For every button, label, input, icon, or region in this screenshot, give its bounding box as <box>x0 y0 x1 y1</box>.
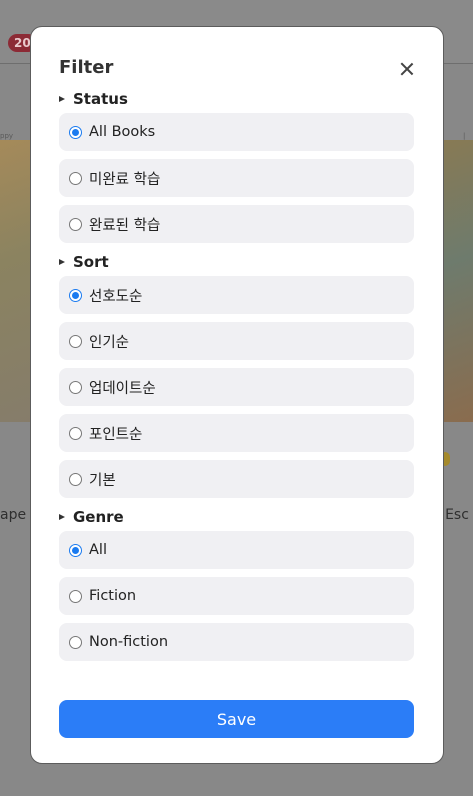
section-label-status: Status <box>73 90 128 108</box>
option-genre-non-fiction[interactable]: Non-fiction <box>59 623 414 661</box>
option-genre-all[interactable]: All <box>59 531 414 569</box>
option-label: All <box>89 542 107 558</box>
radio-selected-icon[interactable] <box>69 288 82 302</box>
option-sort-popular[interactable]: 인기순 <box>59 322 414 360</box>
radio-icon[interactable] <box>69 472 82 486</box>
radio-icon[interactable] <box>69 380 82 394</box>
option-sort-points[interactable]: 포인트순 <box>59 414 414 452</box>
background-tag-right: | <box>463 132 466 140</box>
option-label: Fiction <box>89 588 137 604</box>
radio-icon[interactable] <box>69 334 82 348</box>
radio-selected-icon[interactable] <box>69 543 82 557</box>
option-sort-updated[interactable]: 업데이트순 <box>59 368 414 406</box>
section-label-sort: Sort <box>73 253 109 271</box>
background-tag-left: ppy <box>0 132 14 140</box>
radio-icon[interactable] <box>69 217 82 231</box>
option-label: All Books <box>89 124 156 140</box>
close-icon[interactable] <box>397 59 417 79</box>
section-sort[interactable]: Sort <box>59 252 109 272</box>
radio-selected-icon[interactable] <box>69 125 82 139</box>
background-book-title-left: ape <box>0 507 27 523</box>
filter-modal: Filter Status All Books 미완료 학습 완료된 학습 So… <box>30 26 444 764</box>
option-status-incomplete[interactable]: 미완료 학습 <box>59 159 414 197</box>
option-sort-default[interactable]: 기본 <box>59 460 414 498</box>
modal-title: Filter <box>59 57 114 78</box>
option-label: 업데이트순 <box>89 380 156 397</box>
radio-icon[interactable] <box>69 171 82 185</box>
radio-icon[interactable] <box>69 635 82 649</box>
option-label: 완료된 학습 <box>89 217 161 234</box>
option-label: Non-fiction <box>89 634 169 650</box>
save-button[interactable]: Save <box>59 700 414 738</box>
caret-right-icon <box>59 259 65 265</box>
radio-icon[interactable] <box>69 426 82 440</box>
option-label: 미완료 학습 <box>89 171 161 188</box>
option-sort-preference[interactable]: 선호도순 <box>59 276 414 314</box>
option-label: 포인트순 <box>89 426 143 443</box>
section-label-genre: Genre <box>73 508 124 526</box>
caret-right-icon <box>59 96 65 102</box>
section-genre[interactable]: Genre <box>59 507 124 527</box>
option-genre-fiction[interactable]: Fiction <box>59 577 414 615</box>
option-label: 인기순 <box>89 334 130 351</box>
option-status-all-books[interactable]: All Books <box>59 113 414 151</box>
option-label: 기본 <box>89 472 116 489</box>
option-status-completed[interactable]: 완료된 학습 <box>59 205 414 243</box>
option-label: 선호도순 <box>89 288 143 305</box>
radio-icon[interactable] <box>69 589 82 603</box>
caret-right-icon <box>59 514 65 520</box>
section-status[interactable]: Status <box>59 89 128 109</box>
